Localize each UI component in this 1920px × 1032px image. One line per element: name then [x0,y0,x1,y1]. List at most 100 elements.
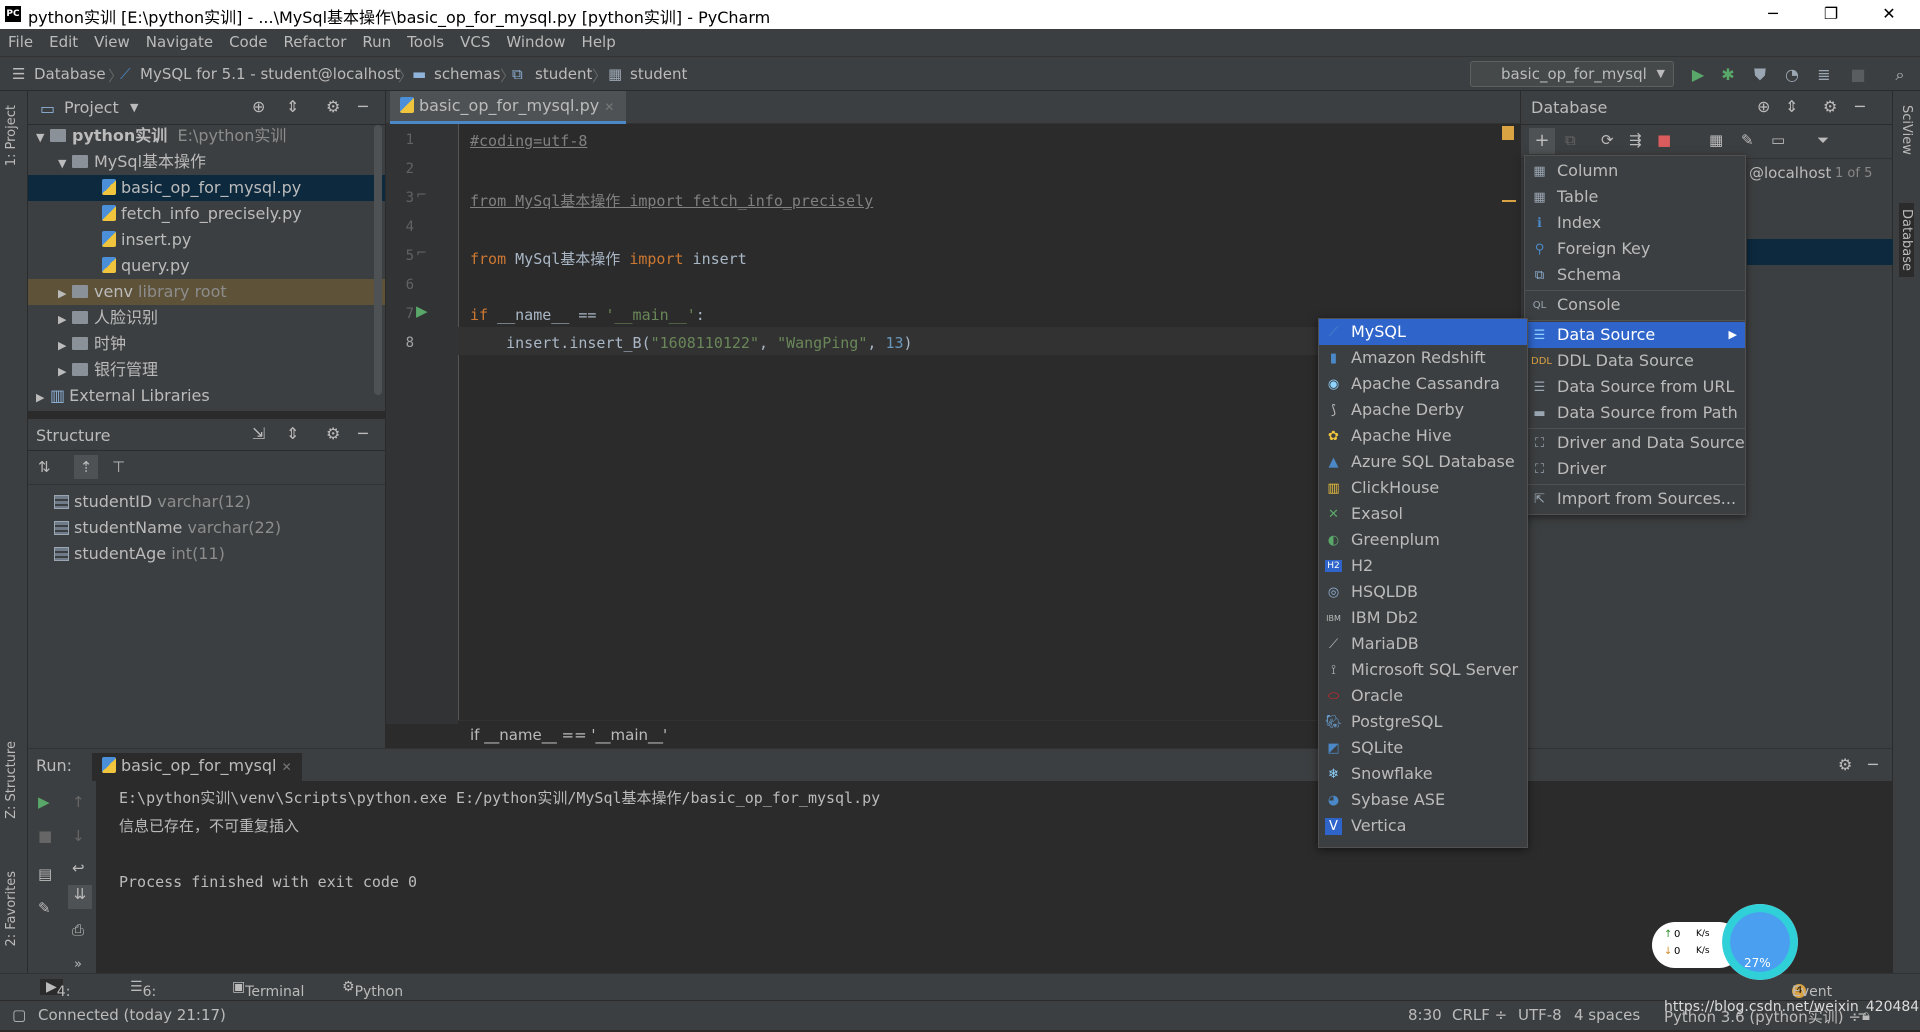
ds-item-hive[interactable]: ✿ Apache Hive [1319,423,1527,449]
locate-icon[interactable]: ⊕ [1757,97,1770,116]
chevron-down-icon[interactable]: ▼ [130,101,138,114]
status-line-separator[interactable]: CRLF ÷ [1452,1001,1507,1030]
close-button[interactable]: ✕ [1860,0,1918,29]
breadcrumb-student-table[interactable]: student [630,65,687,83]
structure-column-studentname[interactable]: studentName varchar(22) [28,515,385,541]
menu-item-data-source-path[interactable]: ▬ Data Source from Path [1525,400,1745,426]
tree-file-fetch[interactable]: fetch_info_precisely.py [28,201,385,227]
project-scrollbar[interactable] [374,125,382,395]
menu-navigate[interactable]: Navigate [138,29,221,56]
network-monitor-widget[interactable]: ↑ 0 K/s ↓ 0 K/s 27% [1652,904,1800,980]
ds-item-greenplum[interactable]: ◐ Greenplum [1319,527,1527,553]
duplicate-icon[interactable]: ⧉ [1565,131,1576,149]
tree-folder-clock[interactable]: ▶ 时钟 [28,331,385,357]
close-tab-icon[interactable]: ✕ [282,760,292,774]
ds-item-mysql[interactable]: ⟋ MySQL [1319,319,1527,345]
menu-item-driver[interactable]: ⛶ Driver [1525,456,1745,482]
menu-run[interactable]: Run [354,29,399,56]
menu-item-data-source[interactable]: ☰ Data Source ▶ [1525,322,1745,348]
status-tool-icon[interactable]: ▢ [12,1001,26,1030]
ds-item-snowflake[interactable]: ❄ Snowflake [1319,761,1527,787]
fold-icon[interactable]: ⌐ [416,188,427,203]
close-tab-icon[interactable]: ✕ [604,100,614,114]
ds-item-hsqldb[interactable]: ◎ HSQLDB [1319,579,1527,605]
menu-item-driver-and-data-source[interactable]: ⛶ Driver and Data Source [1525,430,1745,456]
editor-tab-basic-op[interactable]: basic_op_for_mysql.py ✕ [390,91,627,124]
tab-terminal[interactable]: ▣ Terminal [232,979,304,1000]
status-interpreter[interactable]: Python 3.6 (python实训) ÷ [1664,1003,1861,1032]
locate-icon[interactable]: ⊕ [252,97,265,116]
add-icon[interactable]: + [1529,128,1555,154]
expand-all-icon[interactable]: ⇲ [252,424,265,443]
run-tab[interactable]: basic_op_for_mysql ✕ [92,753,302,781]
gear-icon[interactable]: ⚙ [326,424,340,443]
gear-icon[interactable]: ⚙ [326,97,340,116]
collapse-all-icon[interactable]: ⇕ [286,424,299,443]
tab-database[interactable]: Database [1899,203,1914,278]
ds-item-sybase[interactable]: ◕ Sybase ASE [1319,787,1527,813]
tree-external-libraries[interactable]: ▶ ▥ External Libraries [28,383,385,409]
coverage-icon[interactable]: ⛊ [1750,65,1770,85]
menu-tools[interactable]: Tools [399,29,452,56]
hide-icon[interactable]: ─ [1855,97,1865,116]
inspection-warning-icon[interactable] [1502,126,1514,140]
collapse-icon[interactable]: ⇕ [286,97,299,116]
tab-project[interactable]: 1: Project [4,105,19,166]
concurrency-icon[interactable]: ≣ [1814,65,1834,85]
status-caret[interactable]: 8:30 [1408,1001,1442,1030]
down-icon[interactable]: ↓ [72,827,85,845]
tab-run[interactable]: ▶ 4: Run [40,979,84,1016]
breadcrumb-datasource[interactable]: MySQL for 5.1 - student@localhost [140,65,400,83]
structure-column-studentage[interactable]: studentAge int(11) [28,541,385,567]
ds-item-redshift[interactable]: ▮ Amazon Redshift [1319,345,1527,371]
ds-item-vertica[interactable]: V Vertica [1319,813,1527,839]
tree-folder-mysql[interactable]: ▼ MySql基本操作 [28,149,385,175]
print-icon[interactable]: ⎙ [72,921,84,939]
menu-file[interactable]: File [0,29,41,56]
menu-refactor[interactable]: Refactor [275,29,354,56]
layout-icon[interactable]: ▤ [38,865,52,883]
editor-breadcrumb[interactable]: if __name__ == '__main__' [458,720,1318,748]
filter-icon[interactable]: ⊤ [112,458,125,476]
menu-item-console[interactable]: QL Console [1525,292,1745,318]
menu-item-schema[interactable]: ⧉ Schema [1525,262,1745,288]
tree-folder-bank[interactable]: ▶ 银行管理 [28,357,385,383]
ds-item-db2[interactable]: IBM IBM Db2 [1319,605,1527,631]
menu-item-column[interactable]: ▦ Column [1525,158,1745,184]
warning-stripe[interactable] [1502,200,1516,202]
boost-ball-icon[interactable]: 27% [1722,904,1798,980]
debug-icon[interactable]: ✱ [1718,65,1738,85]
menu-view[interactable]: View [86,29,138,56]
status-encoding[interactable]: UTF-8 [1518,1001,1562,1030]
stop-icon[interactable]: ■ [1657,131,1671,149]
menu-item-data-source-url[interactable]: ☰ Data Source from URL [1525,374,1745,400]
console-icon[interactable]: ▭ [1771,131,1785,149]
tab-favorites[interactable]: 2: Favorites [4,871,19,947]
ds-item-exasol[interactable]: ✕ Exasol [1319,501,1527,527]
menu-window[interactable]: Window [498,29,573,56]
hide-icon[interactable]: ─ [358,424,368,443]
ds-item-sqlite[interactable]: ◩ SQLite [1319,735,1527,761]
sort-icon[interactable]: ⇅ [38,458,51,476]
search-icon[interactable]: ⌕ [1890,65,1910,85]
breadcrumb-schemas[interactable]: schemas [434,65,500,83]
rerun-icon[interactable]: ▶ [38,793,50,811]
pin-icon[interactable]: ✎ [38,899,51,917]
ds-item-oracle[interactable]: ⬭ Oracle [1319,683,1527,709]
project-title[interactable]: Project [64,98,119,117]
tab-todo[interactable]: ☰ 6: TODO [130,979,184,1016]
tree-file-query[interactable]: query.py [28,253,385,279]
menu-item-import-from-sources[interactable]: ⇱ Import from Sources... [1525,486,1745,512]
show-inherited-icon[interactable]: ⇡ [74,455,98,479]
tree-folder-face[interactable]: ▶ 人脸识别 [28,305,385,331]
hide-icon[interactable]: ─ [1868,755,1878,774]
structure-column-studentid[interactable]: studentID varchar(12) [28,489,385,515]
menu-edit[interactable]: Edit [41,29,86,56]
tree-file-basic-op[interactable]: basic_op_for_mysql.py [28,175,385,201]
ds-item-h2[interactable]: H2 H2 [1319,553,1527,579]
minimize-button[interactable]: ─ [1744,0,1802,29]
run-configuration-select[interactable]: basic_op_for_mysql ▼ [1470,61,1674,87]
ds-item-postgresql[interactable]: 🐘︎ PostgreSQL [1319,709,1527,735]
lock-icon[interactable]: 🔒︎ [1862,1001,1870,1030]
menu-code[interactable]: Code [221,29,275,56]
